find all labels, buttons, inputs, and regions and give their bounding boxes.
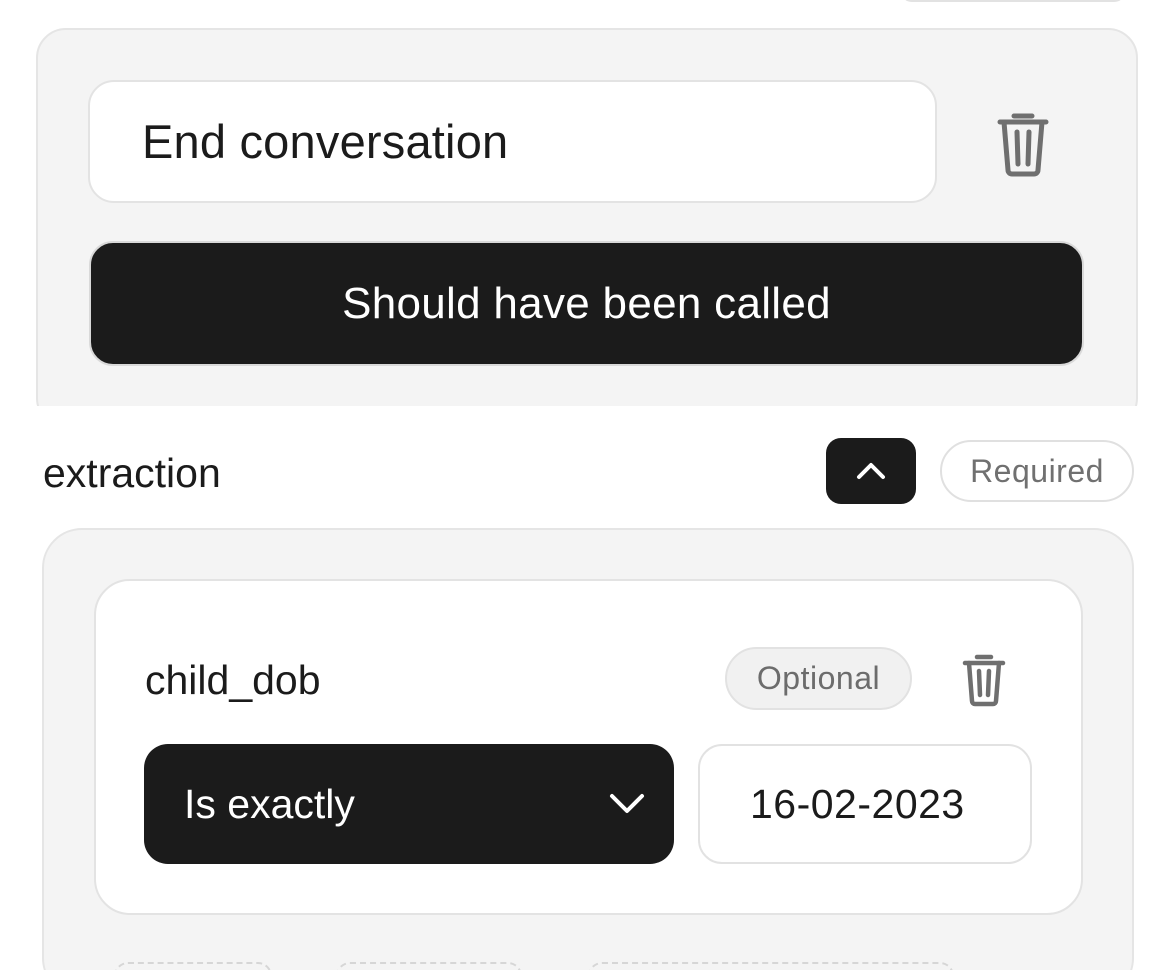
required-badge[interactable]: Required <box>940 440 1134 502</box>
optional-badge-label: Optional <box>756 660 881 696</box>
trash-icon <box>997 113 1049 177</box>
called-toggle-label: Should have been called <box>342 278 831 328</box>
dashed-placeholder[interactable] <box>114 962 272 970</box>
page: End conversation Should have been called… <box>0 0 1172 970</box>
delete-tool-button[interactable] <box>992 108 1054 178</box>
should-have-been-called-toggle[interactable]: Should have been called <box>89 241 1084 366</box>
operator-select[interactable]: Is exactly <box>144 744 674 864</box>
operator-select-value: Is exactly <box>184 780 355 827</box>
chevron-down-icon <box>610 794 644 813</box>
chevron-up-icon <box>857 463 885 479</box>
trash-icon <box>962 654 1006 707</box>
collapse-extraction-button[interactable] <box>826 438 916 504</box>
dashed-placeholder[interactable] <box>588 962 954 970</box>
tool-name-text: End conversation <box>142 115 509 168</box>
value-input[interactable] <box>698 744 1032 864</box>
required-badge-label: Required <box>970 452 1104 489</box>
field-name: child_dob <box>145 656 321 703</box>
dashed-placeholder[interactable] <box>336 962 522 970</box>
top-control-edge <box>900 0 1126 2</box>
tool-name-field[interactable]: End conversation <box>88 80 937 203</box>
delete-field-button[interactable] <box>957 651 1011 707</box>
optional-badge[interactable]: Optional <box>725 647 912 710</box>
extraction-title: extraction <box>43 449 221 496</box>
